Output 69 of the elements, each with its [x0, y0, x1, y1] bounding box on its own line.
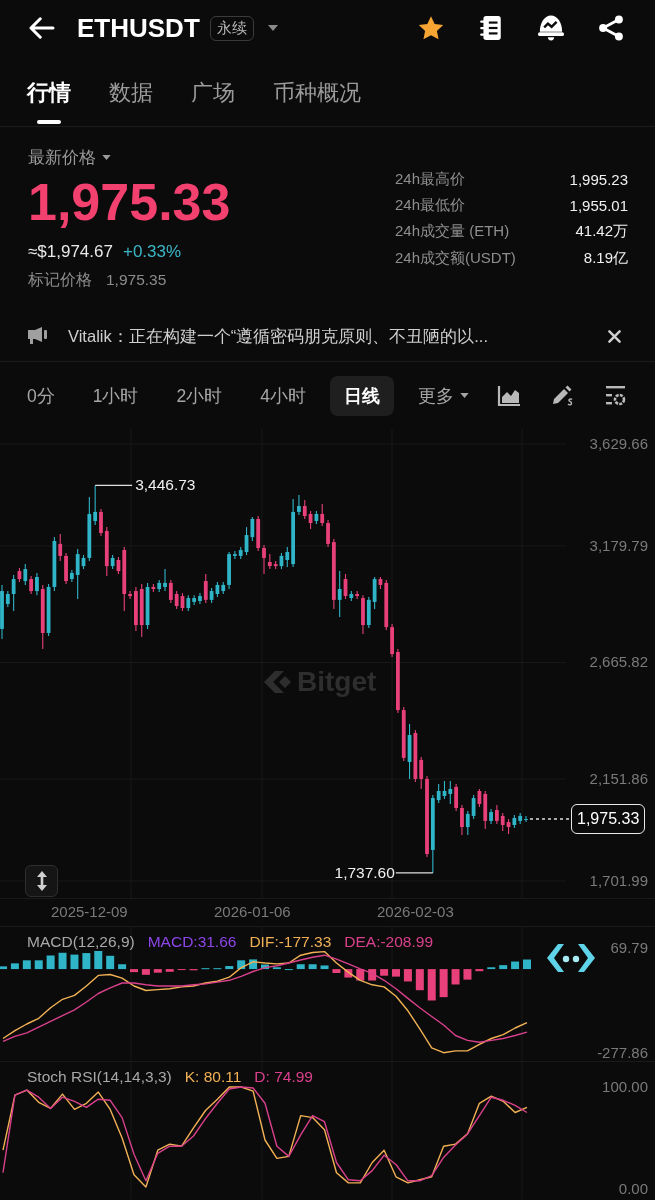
low-price-label: 1,737.60	[334, 862, 395, 883]
interval-tab[interactable]: 1小时	[78, 375, 153, 416]
star-icon[interactable]	[418, 15, 444, 41]
last-price-line	[529, 818, 571, 820]
legend-value: MACD:31.66	[147, 933, 237, 951]
legend-value: DEA:-208.99	[344, 933, 434, 951]
section-tab[interactable]: 广场	[191, 60, 235, 126]
date-axis-label: 2026-02-03	[377, 903, 454, 921]
interval-tab[interactable]: 日线	[329, 375, 394, 416]
stat-label: 24h最高价	[395, 169, 466, 189]
date-axis-label: 2026-01-06	[214, 903, 291, 921]
interval-tab[interactable]: 4小时	[246, 375, 320, 416]
watermark-logo-icon	[262, 669, 292, 695]
stat-value: 41.42万	[575, 222, 628, 242]
pencil-icon[interactable]	[550, 384, 574, 407]
caret-down-icon[interactable]	[267, 25, 278, 31]
chevron-dots-icon[interactable]	[546, 943, 596, 973]
close-icon[interactable]	[608, 329, 621, 343]
indicator-axis-label: -277.86	[597, 1045, 648, 1061]
indicator-title: MACD(12,26,9)	[27, 933, 135, 951]
price-axis-label: 3,179.79	[589, 536, 648, 555]
scale-toggle-button[interactable]	[25, 865, 58, 897]
up-down-arrows-icon	[35, 871, 48, 891]
last-price: 1,975.33	[28, 172, 231, 232]
last-price-tag: 1,975.33	[571, 804, 646, 835]
indicator-title: Stoch RSI(14,14,3,3)	[27, 1069, 172, 1085]
area-chart-icon[interactable]	[497, 384, 521, 407]
date-axis-label: 2025-12-09	[50, 903, 128, 921]
section-tab[interactable]: 数据	[109, 60, 153, 126]
stat-value: 1,955.01	[569, 196, 628, 214]
pair-title: ETHUSDT	[77, 12, 200, 44]
mark-price-label: 标记价格	[28, 270, 92, 290]
back-arrow-icon[interactable]	[29, 17, 55, 39]
share-icon[interactable]	[598, 15, 624, 41]
indicator-axis-label: 100.00	[602, 1079, 648, 1095]
price-type-label[interactable]: 最新价格	[28, 146, 96, 168]
high-price-leader-line	[94, 484, 133, 487]
interval-tab[interactable]: 0分	[13, 375, 69, 416]
price-change: +0.33%	[122, 241, 182, 263]
megaphone-icon	[28, 327, 48, 345]
announcement-text[interactable]: Vitalik：正在构建一个“遵循密码朋克原则、不丑陋的以...	[68, 324, 608, 348]
stat-value: 8.19亿	[583, 248, 628, 268]
stat-label: 24h最低价	[395, 195, 466, 215]
price-axis-label: 3,629.66	[589, 435, 648, 453]
notebook-icon[interactable]	[478, 15, 504, 41]
indicator-axis-label: 69.79	[610, 940, 648, 956]
settings-icon[interactable]	[603, 384, 627, 407]
indicator-axis-label: 0.00	[618, 1181, 648, 1197]
section-tab[interactable]: 币种概况	[273, 60, 361, 126]
high-price-label: 3,446.73	[135, 475, 196, 496]
caret-down-icon	[459, 393, 469, 398]
more-intervals-button[interactable]: 更多	[403, 375, 483, 416]
contract-badge: 永续	[209, 15, 254, 41]
price-axis-label: 1,701.99	[589, 872, 648, 890]
price-axis-label: 2,151.86	[589, 770, 648, 788]
usd-price: ≈$1,974.67	[28, 241, 113, 263]
stat-value: 1,995.23	[569, 170, 628, 188]
interval-tab[interactable]: 2小时	[162, 375, 237, 416]
stat-label: 24h成交额(USDT)	[395, 248, 516, 268]
bell-icon[interactable]	[538, 15, 564, 41]
legend-value: D: 74.99	[254, 1069, 313, 1085]
mark-price-value: 1,975.35	[106, 270, 167, 290]
stat-label: 24h成交量 (ETH)	[395, 222, 510, 242]
caret-down-icon[interactable]	[102, 154, 111, 160]
price-axis-label: 2,665.82	[589, 653, 648, 672]
section-tab[interactable]: 行情	[27, 60, 71, 126]
low-price-leader-line	[395, 872, 434, 874]
legend-value: K: 80.11	[184, 1069, 242, 1085]
legend-value: DIF:-177.33	[249, 933, 332, 951]
